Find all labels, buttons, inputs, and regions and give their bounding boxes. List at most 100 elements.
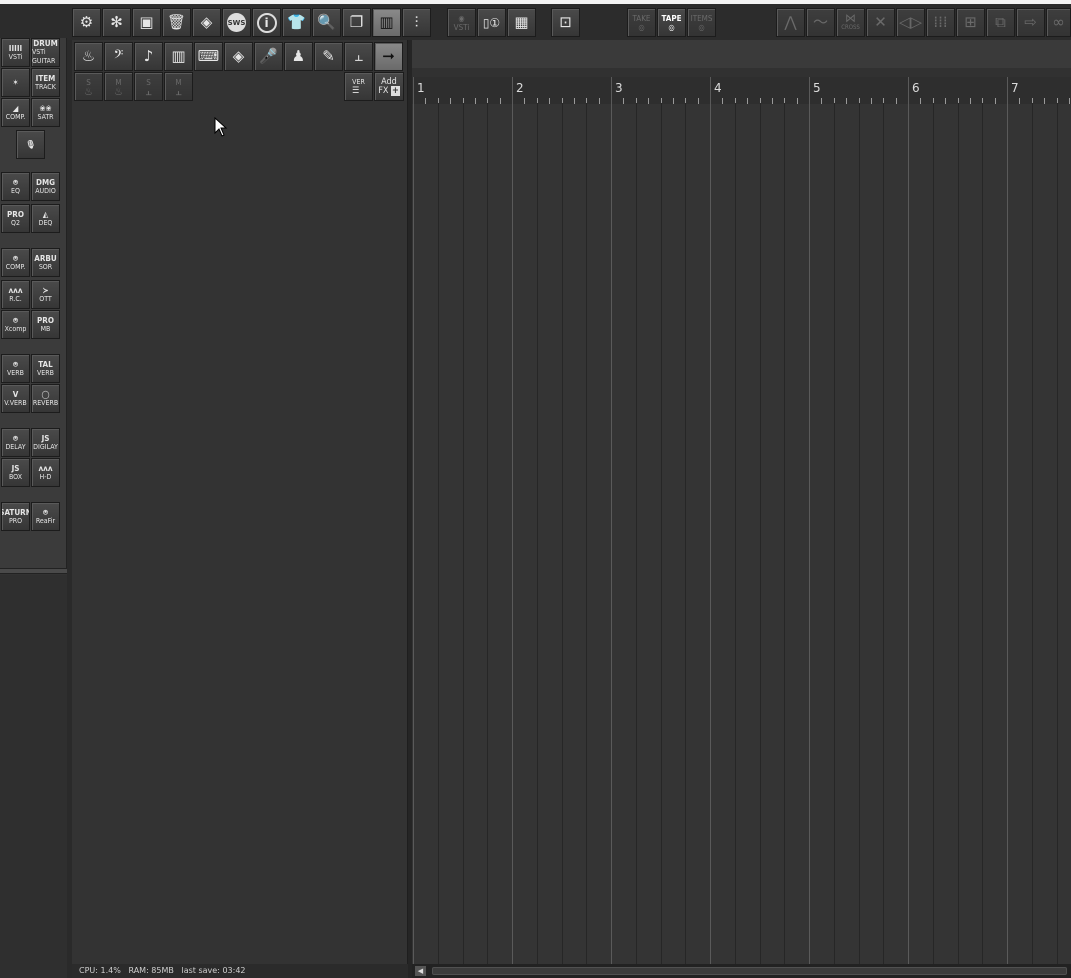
- sidebar-plugin-label: ReaFir: [35, 516, 56, 525]
- timeline-ruler[interactable]: [410, 77, 1071, 104]
- sidebar-plugin-button[interactable]: 🎙: [16, 130, 45, 159]
- sidebar-plugin-button[interactable]: PRO MB: [31, 310, 60, 339]
- sidebar-plugin-button[interactable]: ≻ OTT: [31, 280, 60, 309]
- settings-icon[interactable]: ✻: [102, 8, 131, 37]
- track-count-icon[interactable]: ▯①: [477, 8, 506, 37]
- theme-icon[interactable]: 👕: [282, 8, 311, 37]
- route-icon[interactable]: ⧉: [986, 8, 1015, 37]
- waveform-icon[interactable]: ⫠: [344, 42, 373, 71]
- save-icon[interactable]: ▣: [132, 8, 161, 37]
- render-icon[interactable]: ◈: [192, 8, 221, 37]
- sidebar-plugin-icon: ≻: [42, 285, 49, 295]
- measure-line: [1007, 77, 1008, 964]
- sidebar-plugin-button[interactable]: ⍟ DELAY: [1, 428, 30, 457]
- sidebar-plugin-label: EQ: [11, 186, 20, 195]
- measure-line: [512, 77, 513, 964]
- add-fx-button[interactable]: Add FX +: [374, 72, 404, 101]
- gear-icon[interactable]: ⚙: [72, 8, 101, 37]
- vocal-icon[interactable]: ♟: [284, 42, 313, 71]
- sidebar-plugin-icon: ⍟: [13, 359, 18, 369]
- mic-icon[interactable]: 🎤: [254, 42, 283, 71]
- piano-icon[interactable]: ▥: [164, 42, 193, 71]
- sidebar-plugin-button[interactable]: ◭ DEQ: [31, 204, 60, 233]
- beat-grid-line: [661, 103, 662, 964]
- beat-tick: [500, 98, 501, 104]
- sidebar-plugin-icon: TAL: [38, 359, 53, 369]
- spectrum-icon[interactable]: ▥: [372, 8, 401, 37]
- sidebar-plugin-button[interactable]: JS DIGILAY: [31, 428, 60, 457]
- beat-grid-line: [933, 103, 934, 964]
- beat-tick: [524, 98, 525, 104]
- sidebar-plugin-label: SOR: [38, 262, 53, 271]
- arrange-view[interactable]: [410, 104, 1071, 964]
- measure-line: [908, 77, 909, 964]
- beat-grid-line: [562, 103, 563, 964]
- automation-icon[interactable]: 〜: [806, 8, 835, 37]
- beat-tick: [648, 98, 649, 104]
- drum-s-icon[interactable]: S ♨: [74, 72, 103, 101]
- sidebar-plugin-button[interactable]: PRO Q2: [1, 204, 30, 233]
- stretch-icon[interactable]: ◁▷: [896, 8, 925, 37]
- sidebar-plugin-button[interactable]: ᴧᴧᴧ R.C.: [1, 280, 30, 309]
- sidebar-plugin-button[interactable]: ⍟ Xcomp: [1, 310, 30, 339]
- arrow-right-icon[interactable]: ➞: [374, 42, 403, 71]
- midi-editor-icon[interactable]: ⊡: [551, 8, 580, 37]
- sidebar-plugin-button[interactable]: ⍟ COMP.: [1, 248, 30, 277]
- sidebar-plugin-button[interactable]: DMG AUDIO: [31, 172, 60, 201]
- items-button[interactable]: ITEMS ◎: [687, 8, 716, 37]
- sidebar-plugin-button[interactable]: ⍟ ReaFir: [31, 502, 60, 531]
- drum-icon[interactable]: ♨: [74, 42, 103, 71]
- sidebar-plugin-button[interactable]: IIIII VSTi: [1, 38, 30, 67]
- link-icon[interactable]: ∞: [1046, 8, 1071, 37]
- measure-line: [710, 77, 711, 964]
- sidebar-plugin-button[interactable]: DRUM VSTi GUITAR: [31, 38, 60, 67]
- sws-label: SWS: [227, 13, 246, 32]
- grid-view-icon[interactable]: ▦: [507, 8, 536, 37]
- synth-icon[interactable]: ◈: [224, 42, 253, 71]
- brush-icon[interactable]: ✎: [314, 42, 343, 71]
- sidebar-plugin-button[interactable]: ◯ REVERB: [31, 384, 60, 413]
- mixer-icon[interactable]: ⫶: [402, 8, 431, 37]
- tape-button[interactable]: TAPE ◎: [657, 8, 686, 37]
- envelope-icon[interactable]: ⋀: [776, 8, 805, 37]
- sidebar-plugin-button[interactable]: JS BOX: [1, 458, 30, 487]
- split-icon[interactable]: ✕: [866, 8, 895, 37]
- trash-icon[interactable]: 🗑: [162, 8, 191, 37]
- sidebar-plugin-button[interactable]: ITEM TRACK: [31, 68, 60, 97]
- sidebar-plugin-button[interactable]: V V.VERB: [1, 384, 30, 413]
- scroll-left-icon[interactable]: ◀: [415, 966, 426, 976]
- sidebar-plugin-icon: ARBU: [34, 253, 57, 263]
- bass-clef-icon[interactable]: 𝄢: [104, 42, 133, 71]
- beat-tick: [450, 98, 451, 104]
- sidebar-plugin-button[interactable]: SATURNPRO: [1, 502, 30, 531]
- wave-m-icon[interactable]: M ⫠: [164, 72, 193, 101]
- take-button[interactable]: TAKE ◎: [627, 8, 656, 37]
- window-icon[interactable]: ❐: [342, 8, 371, 37]
- group-icon[interactable]: ⊞: [956, 8, 985, 37]
- crossfade-icon[interactable]: ⋈ CROSS: [836, 8, 865, 37]
- keyboard-icon[interactable]: ⌨: [194, 42, 223, 71]
- sidebar-plugin-button[interactable]: ✶: [1, 68, 30, 97]
- beat-tick: [599, 98, 600, 104]
- wave-s-icon[interactable]: S ⫠: [134, 72, 163, 101]
- snap-grid-icon[interactable]: ⁞⁞⁞: [926, 8, 955, 37]
- sidebar-plugin-button[interactable]: ARBU SOR: [31, 248, 60, 277]
- sws-icon[interactable]: SWS: [222, 8, 251, 37]
- sidebar-plugin-button[interactable]: ◢ COMP.: [1, 98, 30, 127]
- sidebar-plugin-button[interactable]: TAL VERB: [31, 354, 60, 383]
- ver-button[interactable]: VER ☰: [344, 72, 373, 101]
- info-icon[interactable]: i: [252, 8, 281, 37]
- scrollbar-thumb[interactable]: [432, 967, 1067, 975]
- send-icon[interactable]: ⇨: [1016, 8, 1045, 37]
- vsti-button[interactable]: ◉ VSTi: [447, 8, 476, 37]
- zoom-icon[interactable]: 🔍: [312, 8, 341, 37]
- guitar-icon[interactable]: ♪: [134, 42, 163, 71]
- horizontal-scrollbar[interactable]: ◀: [412, 964, 1071, 978]
- sidebar-plugin-button[interactable]: ⍟ VERB: [1, 354, 30, 383]
- drum-m-icon[interactable]: M ♨: [104, 72, 133, 101]
- sidebar-plugin-button[interactable]: ❀❀ SATR: [31, 98, 60, 127]
- beat-grid-line: [834, 103, 835, 964]
- sidebar-plugin-button[interactable]: ᴧᴧᴧ H-D: [31, 458, 60, 487]
- sidebar-plugin-button[interactable]: ⍟ EQ: [1, 172, 30, 201]
- beat-grid-line: [958, 103, 959, 964]
